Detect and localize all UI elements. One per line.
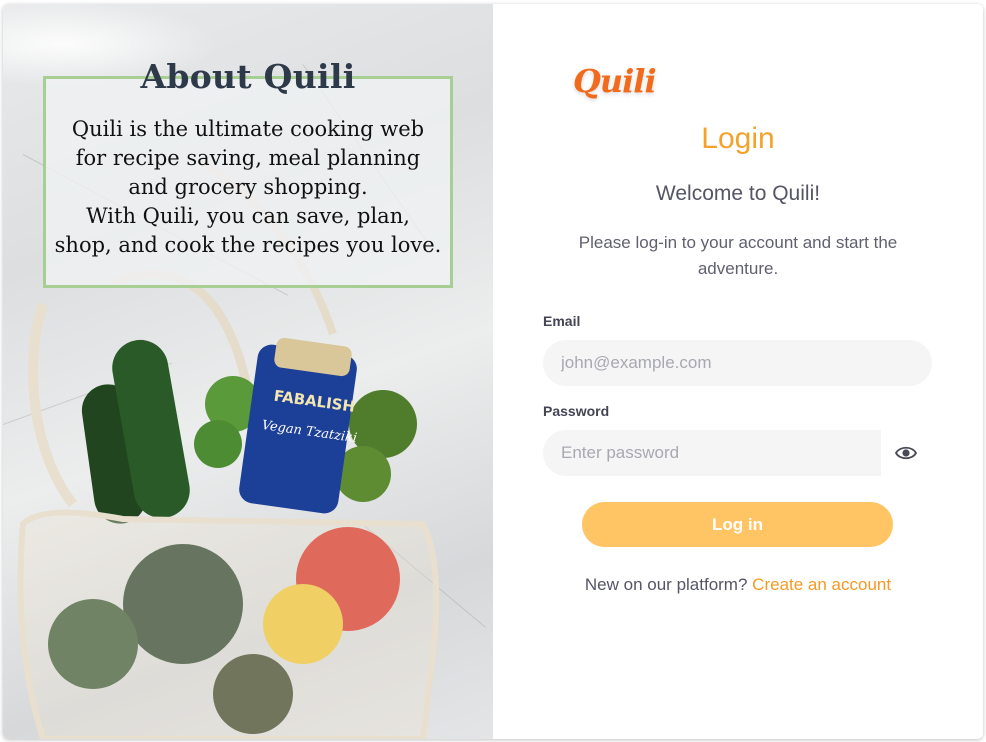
about-line: and grocery shopping. xyxy=(128,175,368,199)
email-label: Email xyxy=(543,313,581,329)
login-card: FABALISH Vegan Tzatziki About Quili Quil… xyxy=(3,4,983,739)
email-field[interactable] xyxy=(543,340,932,386)
grocery-bag-photo: FABALISH Vegan Tzatziki About Quili Quil… xyxy=(3,4,493,739)
signup-prompt-row: New on our platform? Create an account xyxy=(493,575,983,595)
about-description: Quili is the ultimate cooking web for re… xyxy=(52,115,444,260)
signup-prompt: New on our platform? xyxy=(584,575,748,594)
about-quili-box: About Quili Quili is the ultimate cookin… xyxy=(43,57,453,288)
login-title: Login xyxy=(701,122,775,155)
create-account-link[interactable]: Create an account xyxy=(752,575,891,594)
about-line: for recipe saving, meal planning xyxy=(75,146,421,170)
about-line: shop, and cook the recipes you love. xyxy=(54,233,442,257)
login-subtitle: Please log-in to your account and start … xyxy=(578,233,898,278)
quili-logo: Quili xyxy=(551,52,657,114)
eye-icon[interactable] xyxy=(895,444,917,462)
password-label: Password xyxy=(543,403,610,419)
logo-text: Quili xyxy=(573,62,657,100)
login-button[interactable]: Log in xyxy=(582,502,893,547)
about-line: Quili is the ultimate cooking web xyxy=(71,117,425,141)
welcome-heading: Welcome to Quili! xyxy=(655,182,821,205)
password-field[interactable] xyxy=(543,430,881,476)
about-line: With Quili, you can save, plan, xyxy=(86,204,410,228)
login-form-panel: Quili Login Welcome to Quili! Please log… xyxy=(493,4,983,739)
about-title: About Quili xyxy=(140,57,356,96)
